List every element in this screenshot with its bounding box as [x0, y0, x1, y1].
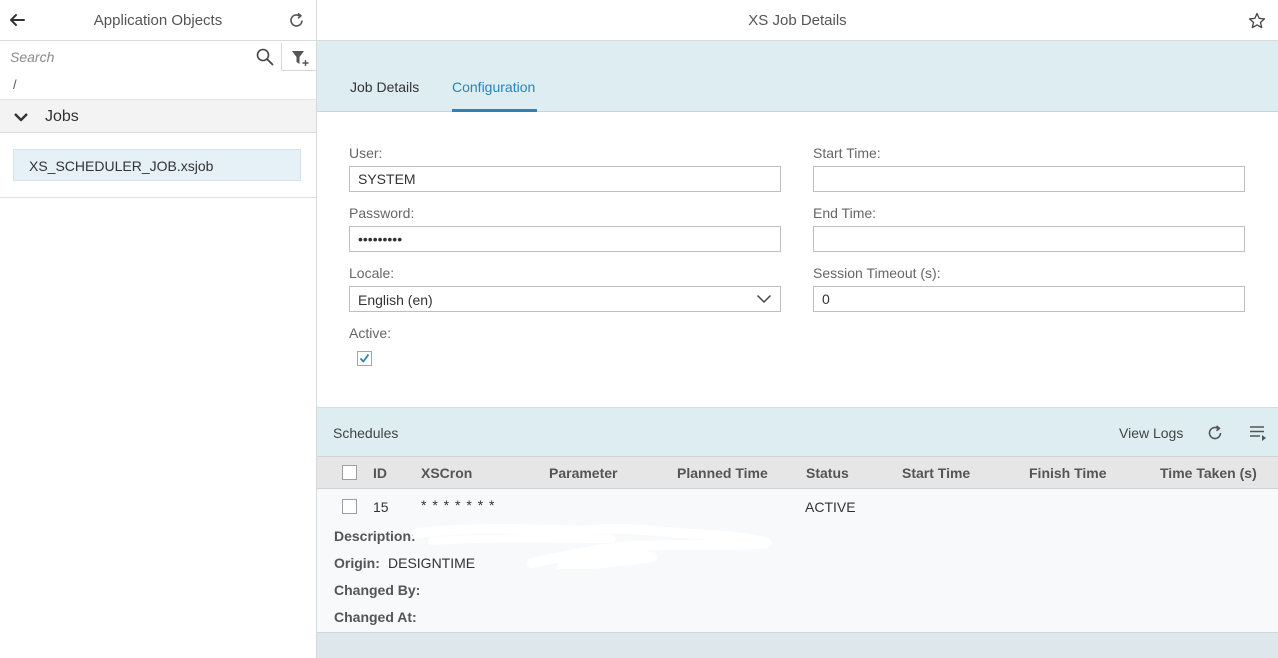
origin-label: Origin: [334, 555, 380, 571]
cell-xscron: * * * * * * * [421, 497, 496, 513]
cell-status: ACTIVE [805, 499, 856, 515]
column-header-time-taken[interactable]: Time Taken (s) [1160, 465, 1257, 481]
checkmark-icon [359, 353, 370, 363]
search-bar [0, 43, 316, 71]
end-time-field[interactable] [813, 226, 1245, 252]
schedules-title: Schedules [333, 425, 399, 441]
start-time-label: Start Time: [813, 145, 881, 161]
end-time-label: End Time: [813, 205, 877, 221]
column-header-status[interactable]: Status [806, 465, 849, 481]
chevron-down-icon [14, 113, 28, 122]
page-title: XS Job Details [748, 12, 847, 29]
column-header-finish-time[interactable]: Finish Time [1029, 465, 1107, 481]
column-header-planned-time[interactable]: Planned Time [677, 465, 768, 481]
refresh-icon[interactable] [1207, 425, 1223, 441]
list-item-label: XS_SCHEDULER_JOB.xsjob [29, 158, 214, 174]
session-timeout-label: Session Timeout (s): [813, 265, 941, 281]
detail-header: XS Job Details [317, 0, 1278, 41]
tab-job-details[interactable]: Job Details [350, 79, 419, 112]
tab-configuration[interactable]: Configuration [452, 79, 537, 112]
session-timeout-field[interactable] [813, 286, 1245, 312]
column-header-xscron[interactable]: XSCron [421, 465, 472, 481]
locale-selected-value: English (en) [358, 292, 433, 308]
changed-by-label: Changed By: [334, 582, 421, 598]
user-field[interactable] [349, 166, 781, 192]
menu-icon[interactable] [1249, 425, 1267, 441]
master-header: Application Objects [0, 0, 316, 41]
star-icon[interactable] [1248, 12, 1266, 30]
description-label: Description: [334, 528, 416, 544]
row-checkbox[interactable] [342, 499, 357, 514]
divider [0, 197, 316, 198]
column-header-id[interactable]: ID [373, 465, 387, 481]
filter-icon [292, 51, 309, 66]
schedules-toolbar: Schedules View Logs [317, 407, 1278, 456]
active-checkbox[interactable] [357, 351, 372, 366]
locale-select[interactable]: English (en) [349, 286, 781, 312]
search-input[interactable] [0, 43, 282, 71]
password-field[interactable] [349, 226, 781, 252]
refresh-icon[interactable] [288, 12, 305, 29]
column-header-parameter[interactable]: Parameter [549, 465, 618, 481]
select-all-checkbox[interactable] [342, 465, 357, 480]
table-row[interactable]: 15 * * * * * * * ACTIVE Description: Ori… [317, 489, 1278, 632]
filter-button[interactable] [283, 43, 316, 71]
footer-bar [317, 632, 1278, 658]
start-time-field[interactable] [813, 166, 1245, 192]
password-label: Password: [349, 205, 415, 221]
chevron-down-icon [756, 294, 772, 304]
jobs-group-header[interactable]: Jobs [0, 99, 316, 133]
active-label: Active: [349, 325, 392, 341]
locale-label: Locale: [349, 265, 395, 281]
list-item-xsjob[interactable]: XS_SCHEDULER_JOB.xsjob [13, 149, 301, 181]
schedules-table-header: ID XSCron Parameter Planned Time Status … [317, 456, 1278, 489]
search-icon[interactable] [256, 48, 274, 66]
detail-pane: XS Job Details Job Details Configuration… [317, 0, 1278, 658]
redaction-scribble [412, 523, 772, 569]
master-pane: Application Objects / Jobs XS_SCHEDULER_… [0, 0, 317, 658]
jobs-group-label: Jobs [45, 108, 79, 125]
user-label: User: [349, 145, 383, 161]
changed-at-label: Changed At: [334, 609, 417, 625]
cell-id: 15 [373, 499, 389, 515]
column-header-start-time[interactable]: Start Time [902, 465, 970, 481]
view-logs-button[interactable]: View Logs [1119, 425, 1183, 441]
current-path: / [13, 77, 17, 92]
tab-bar: Job Details Configuration [317, 41, 1278, 112]
master-title: Application Objects [93, 12, 223, 29]
